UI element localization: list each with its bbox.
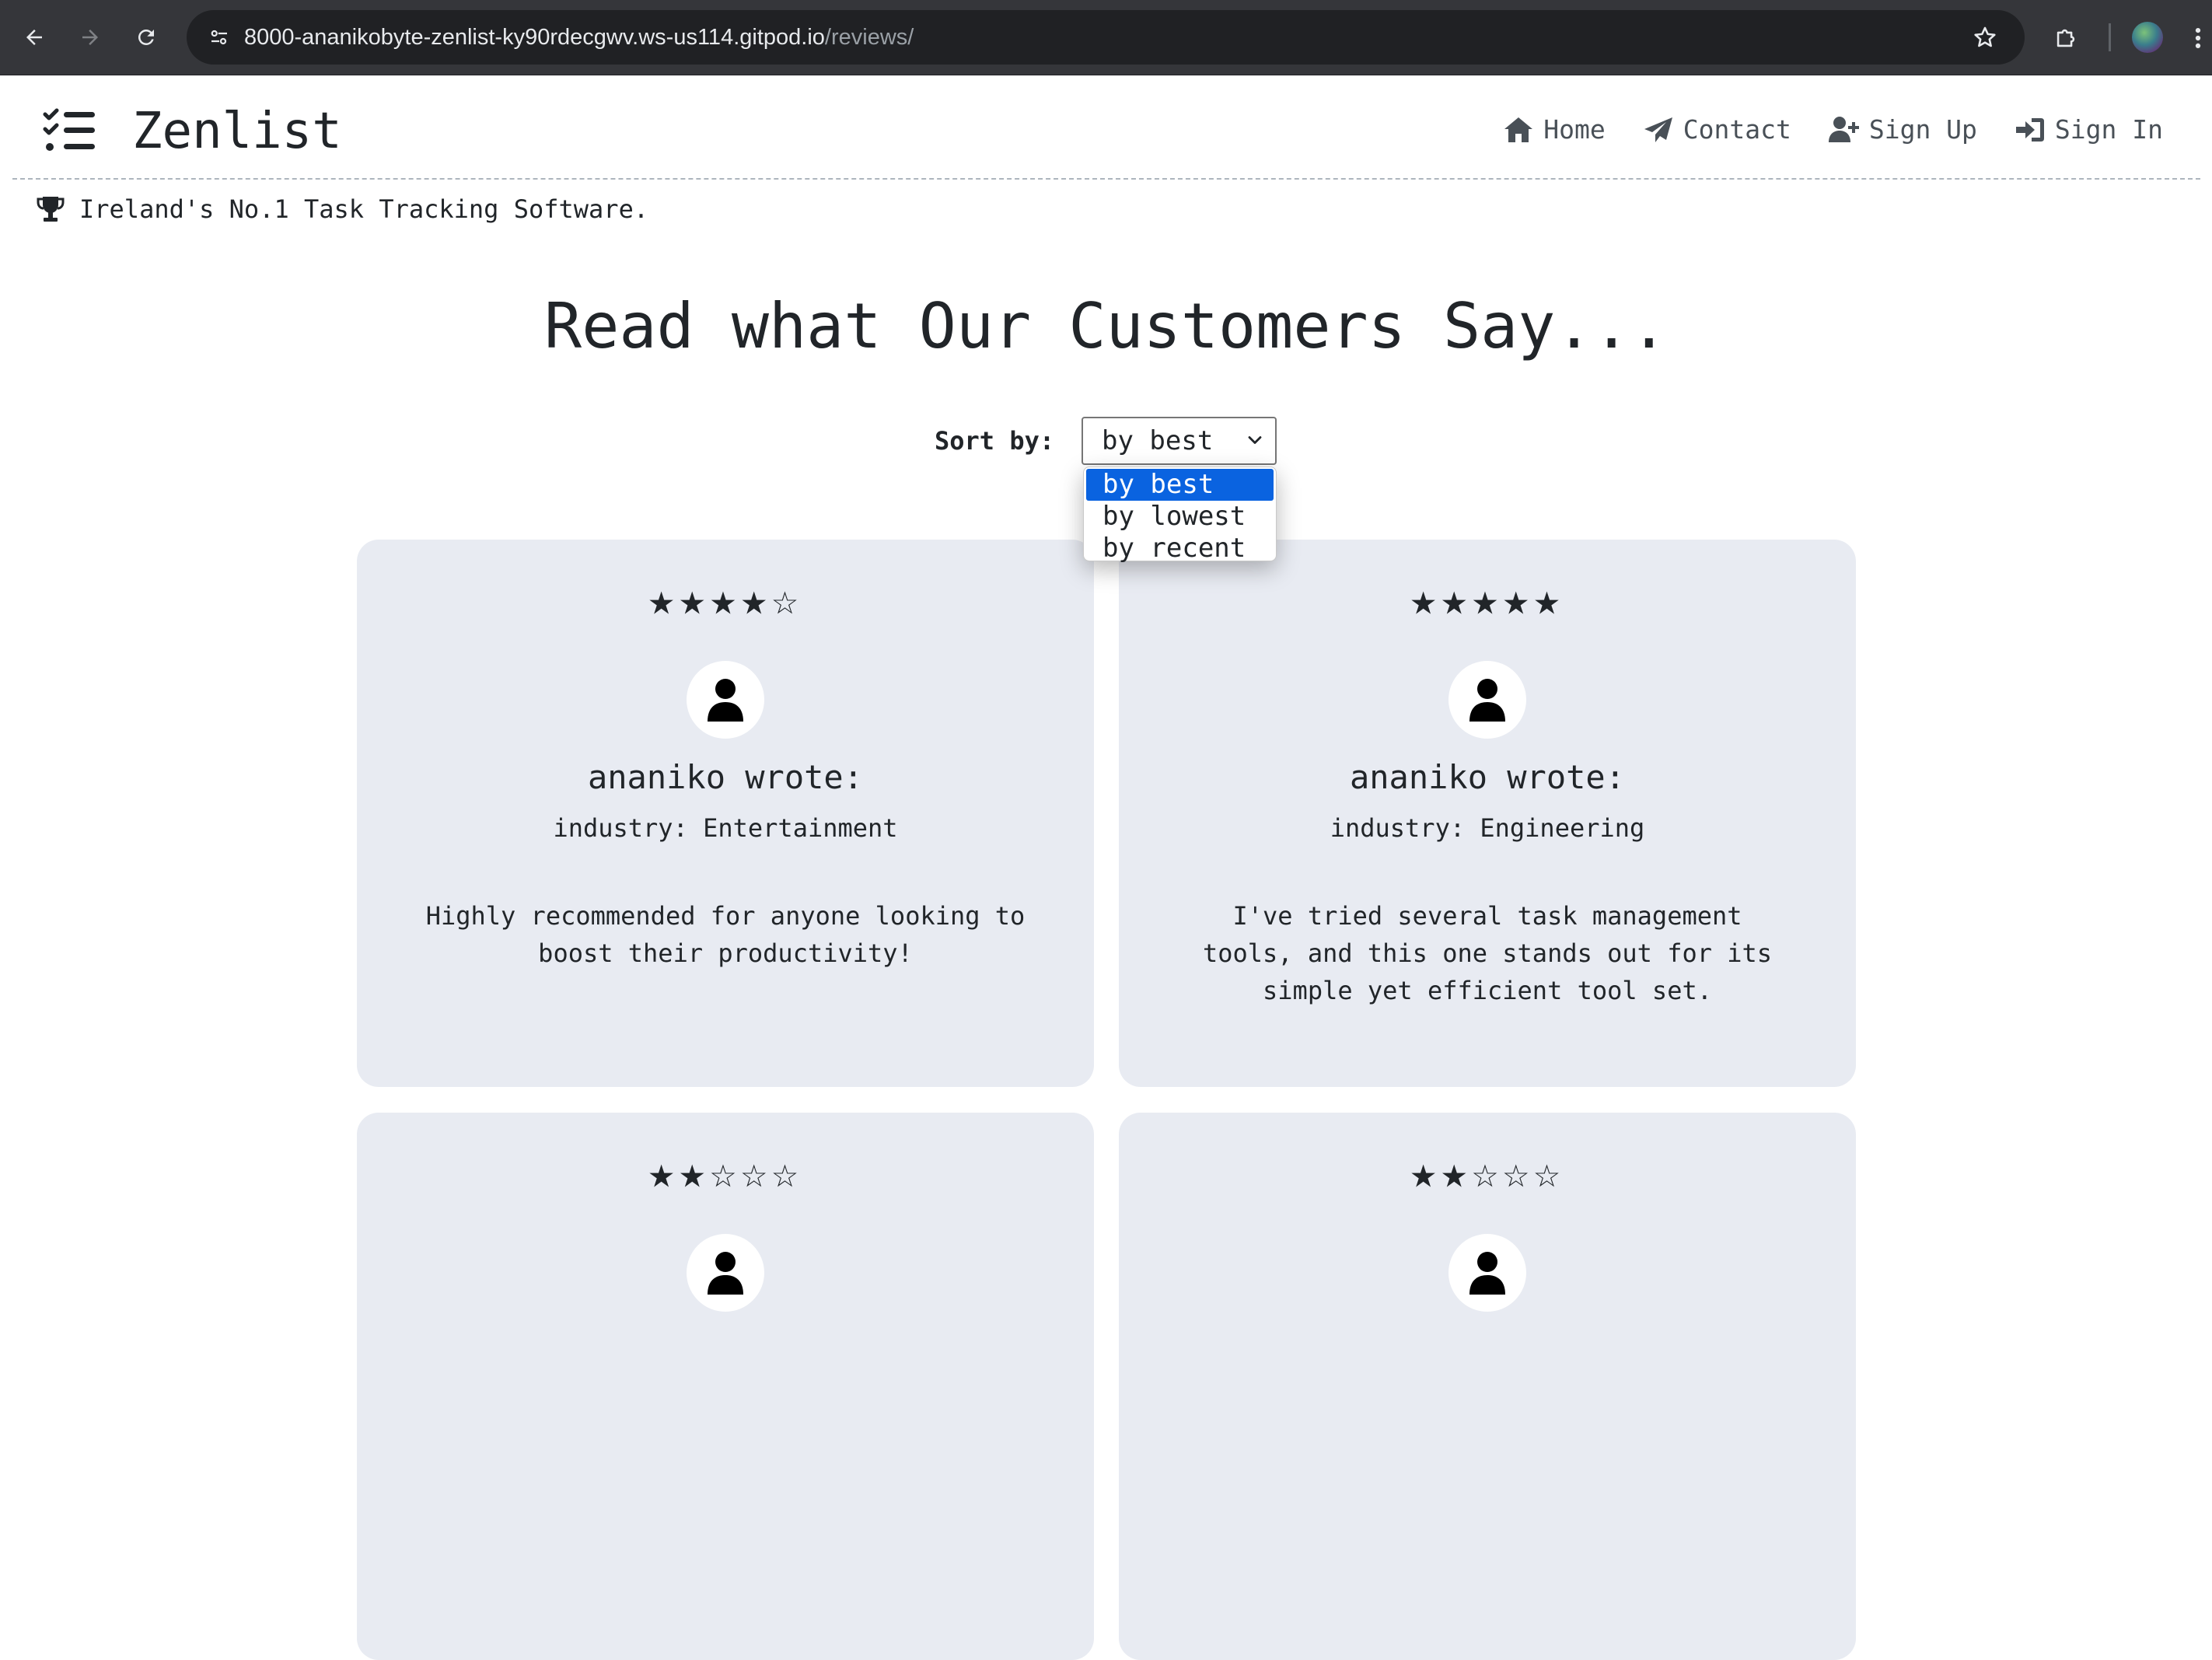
avatar — [687, 1234, 764, 1312]
review-text: I've tried several task management tools… — [1202, 901, 1773, 1005]
review-author: ananiko wrote: — [587, 758, 863, 796]
sort-row: Sort by: — [935, 417, 1054, 465]
user-icon — [1469, 679, 1505, 722]
user-icon — [708, 679, 743, 722]
sort-select[interactable]: by best — [1082, 417, 1277, 465]
site-header: Zenlist Home Contact Sign Up Sign In — [12, 75, 2200, 180]
address-bar[interactable]: 8000-ananikobyte-zenlist-ky90rdecgwv.ws-… — [187, 10, 2025, 65]
puzzle-icon — [2056, 29, 2075, 47]
main-nav: Home Contact Sign Up Sign In — [1503, 114, 2163, 145]
avatar — [1448, 661, 1526, 739]
star-rating: ★★★★☆ — [648, 575, 803, 625]
sort-option-best[interactable]: by best — [1086, 469, 1274, 501]
sign-in-icon — [2015, 117, 2044, 142]
brand-link[interactable]: Zenlist — [132, 102, 342, 161]
review-author: ananiko wrote: — [1349, 758, 1625, 796]
toolbar-divider — [2109, 23, 2111, 51]
home-icon — [1504, 117, 1533, 142]
paper-plane-icon — [1644, 117, 1672, 142]
review-card: ★★☆☆☆ — [1119, 1113, 1856, 1660]
extensions-button[interactable] — [2046, 19, 2085, 58]
review-card: ★★☆☆☆ — [357, 1113, 1094, 1660]
url-text[interactable]: 8000-ananikobyte-zenlist-ky90rdecgwv.ws-… — [244, 10, 914, 65]
site-info-button[interactable] — [201, 19, 238, 56]
review-card: ★★★★☆ ananiko wrote: industry: Entertain… — [357, 540, 1094, 1087]
star-outline-icon — [1974, 26, 1996, 47]
browser-menu-button[interactable] — [2193, 19, 2212, 58]
reload-icon — [138, 29, 154, 45]
sort-label: Sort by: — [935, 426, 1055, 456]
reload-button[interactable] — [126, 17, 166, 58]
url-host: 8000-ananikobyte-zenlist-ky90rdecgwv.ws-… — [244, 25, 825, 50]
nav-contact-label: Contact — [1683, 114, 1791, 145]
sort-dropdown-list: by best by lowest by recent — [1083, 467, 1277, 564]
browser-toolbar: 8000-ananikobyte-zenlist-ky90rdecgwv.ws-… — [0, 0, 2212, 75]
nav-sign-up[interactable]: Sign Up — [1828, 114, 1977, 145]
arrow-right-icon — [82, 30, 98, 45]
nav-contact[interactable]: Contact — [1643, 114, 1791, 145]
trophy-icon — [37, 197, 65, 222]
forward-button[interactable] — [70, 17, 110, 58]
nav-home[interactable]: Home — [1503, 114, 1606, 145]
review-industry: industry: Engineering — [1330, 813, 1645, 843]
tune-icon — [211, 30, 227, 45]
url-path: /reviews/ — [824, 25, 914, 50]
review-card: ★★★★★ ananiko wrote: industry: Engineeri… — [1119, 540, 1856, 1087]
back-button[interactable] — [14, 17, 54, 58]
user-plus-icon — [1828, 116, 1859, 142]
sort-option-lowest[interactable]: by lowest — [1084, 501, 1276, 533]
sort-selected-value: by best — [1102, 425, 1214, 456]
review-text: Highly recommended for anyone looking to… — [425, 901, 1026, 968]
star-rating: ★★☆☆☆ — [1410, 1148, 1565, 1198]
page-title: Read what Our Customers Say... — [544, 290, 1668, 362]
review-industry: industry: Entertainment — [553, 813, 898, 843]
chevron-down-icon — [1248, 436, 1262, 444]
user-icon — [1469, 1252, 1505, 1295]
nav-sign-in[interactable]: Sign In — [2015, 114, 2163, 145]
avatar — [1448, 1234, 1526, 1312]
tagline-text: Ireland's No.1 Task Tracking Software. — [79, 194, 649, 224]
tagline: Ireland's No.1 Task Tracking Software. — [36, 194, 648, 224]
nav-sign-up-label: Sign Up — [1868, 114, 1977, 145]
profile-avatar[interactable] — [2132, 22, 2163, 53]
nav-sign-in-label: Sign In — [2054, 114, 2163, 145]
user-icon — [708, 1252, 743, 1295]
star-rating: ★★☆☆☆ — [648, 1148, 803, 1198]
sort-option-recent[interactable]: by recent — [1084, 533, 1276, 564]
more-vertical-icon — [2195, 27, 2201, 49]
list-check-icon — [43, 108, 95, 151]
avatar — [687, 661, 764, 739]
arrow-left-icon — [26, 30, 42, 45]
star-rating: ★★★★★ — [1410, 575, 1565, 625]
nav-home-label: Home — [1543, 114, 1606, 145]
bookmark-button[interactable] — [1969, 21, 2001, 54]
